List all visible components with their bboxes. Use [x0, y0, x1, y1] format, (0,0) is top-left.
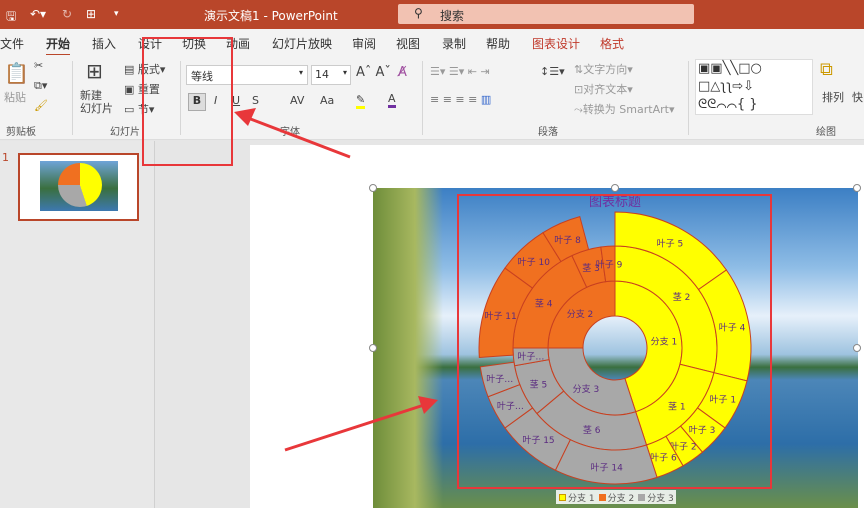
legend-item: 分支 2 [598, 491, 634, 504]
annotation-box-font [142, 37, 233, 166]
resize-handle[interactable] [611, 184, 619, 192]
resize-handle[interactable] [369, 184, 377, 192]
resize-handle[interactable] [853, 344, 861, 352]
legend-item: 分支 1 [559, 491, 595, 504]
legend-item: 分支 3 [638, 491, 674, 504]
annotation-box-chart [457, 194, 772, 489]
resize-handle[interactable] [369, 344, 377, 352]
resize-handle[interactable] [853, 184, 861, 192]
chart-legend[interactable]: 分支 1 分支 2 分支 3 [556, 490, 676, 504]
